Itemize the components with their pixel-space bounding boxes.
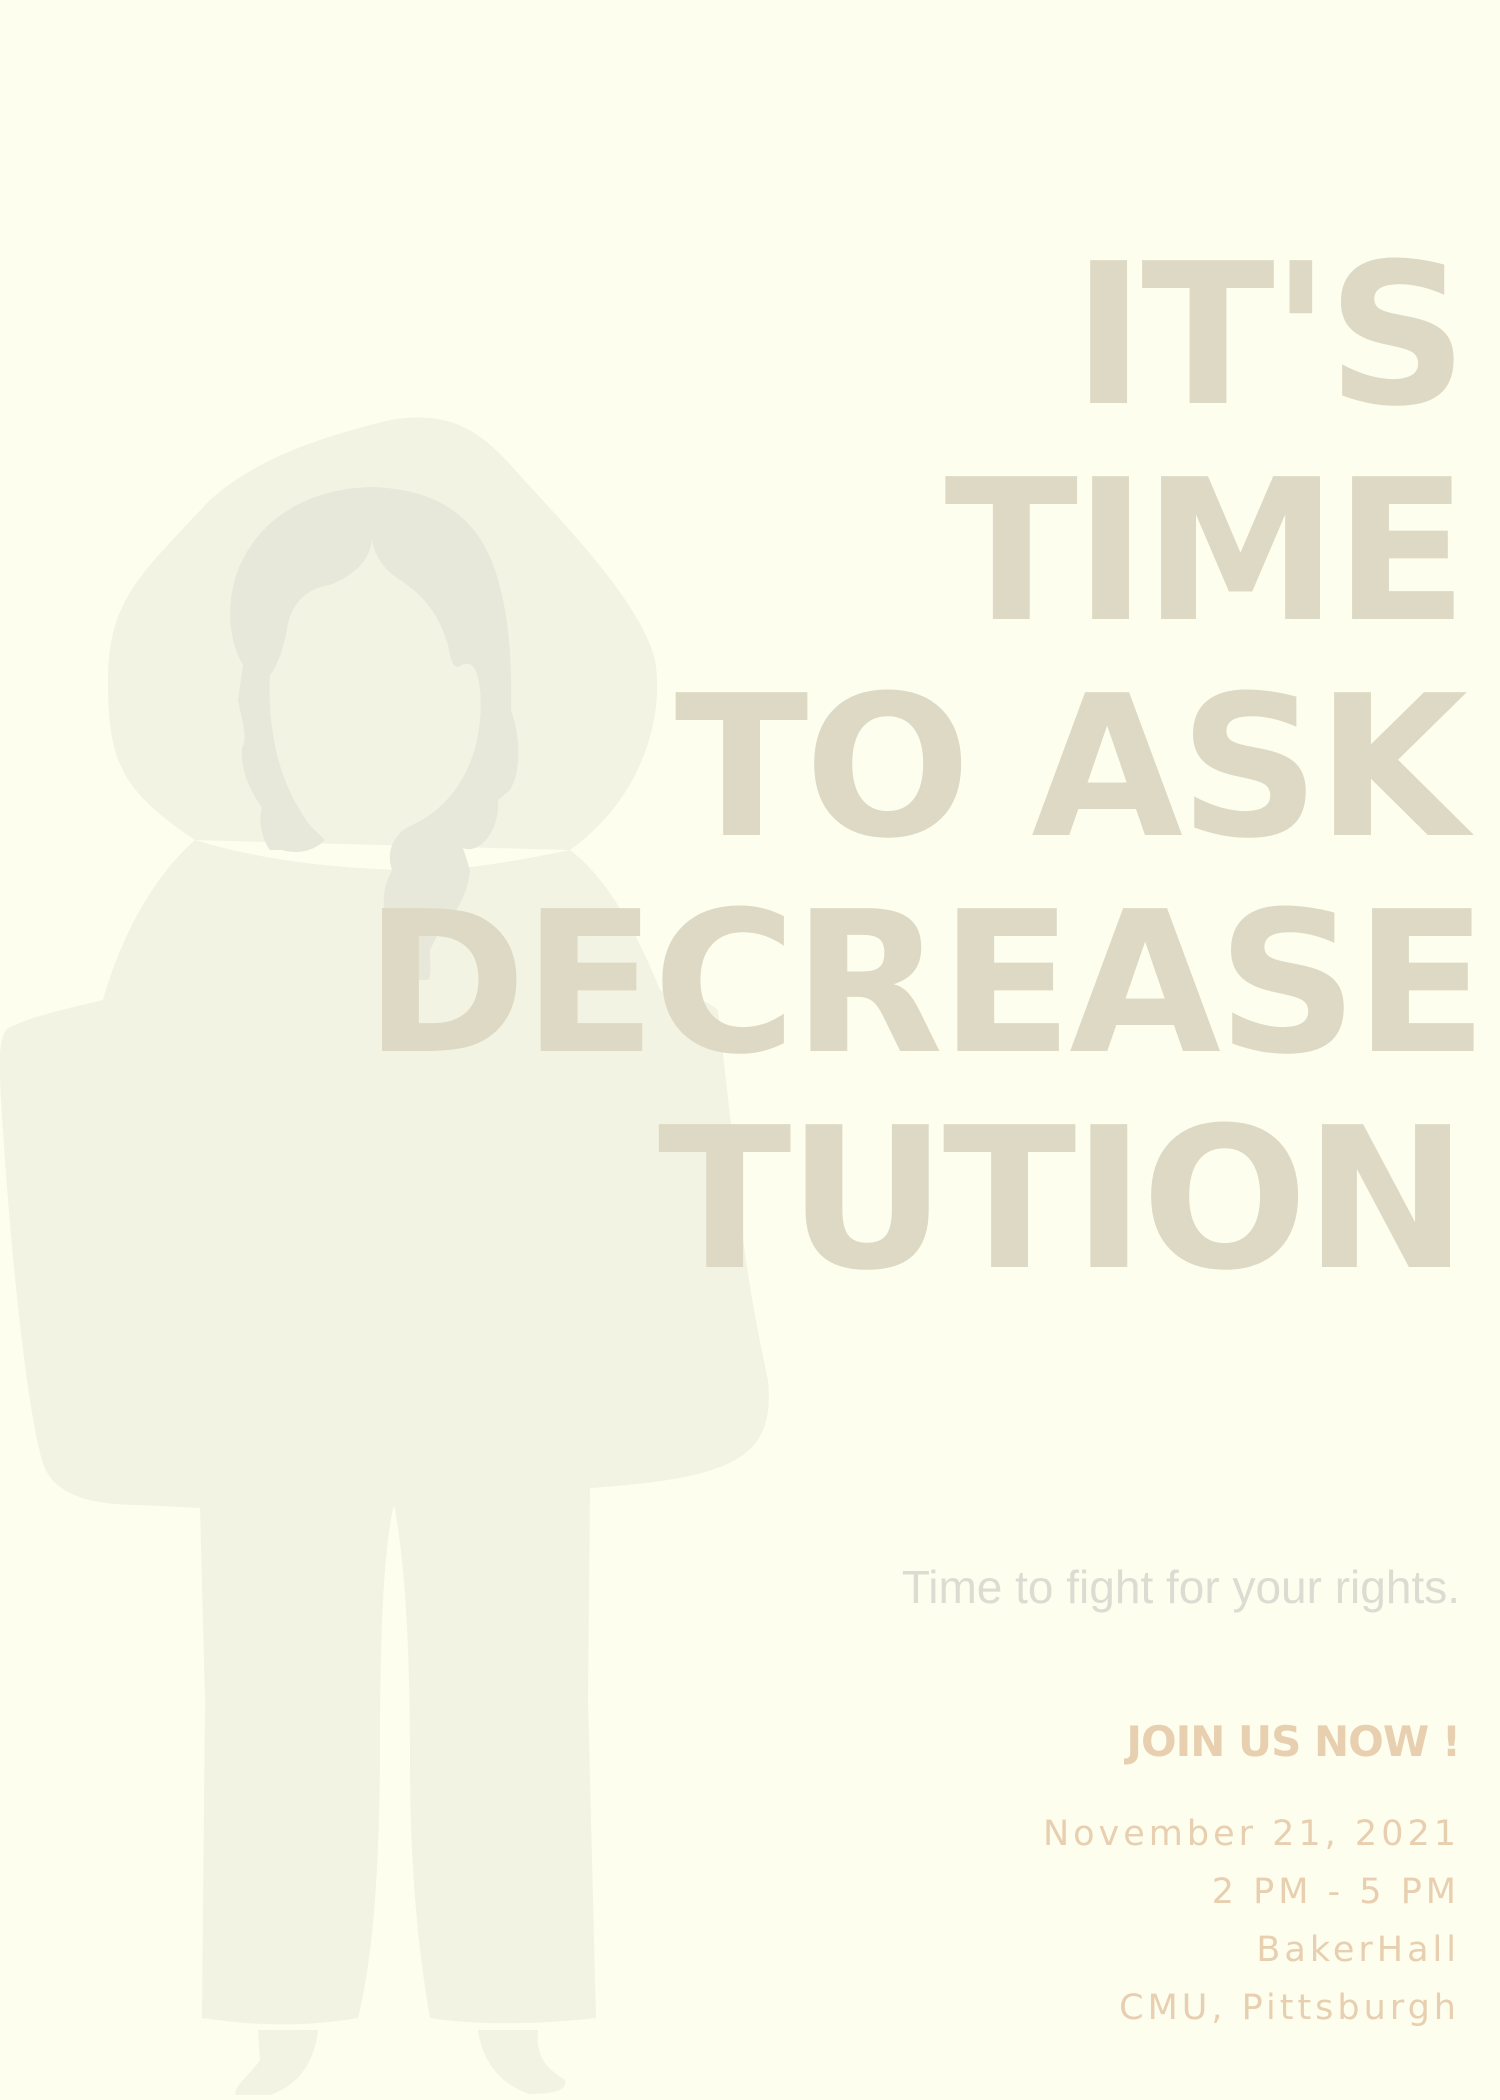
event-venue: BakerHall [1256, 1930, 1460, 1970]
tagline: Time to fight for your rights. [901, 1561, 1460, 1613]
headline-line-2: TIME [944, 438, 1468, 666]
event-time: 2 PM - 5 PM [1211, 1872, 1460, 1912]
left-foot-shape [235, 2030, 318, 2095]
headline-line-4: DECREASE [364, 870, 1488, 1098]
left-leg-shape [200, 1505, 394, 2025]
poster: IT'S TIME TO ASK DECREASE TUTION Time to… [0, 0, 1500, 2100]
event-location: CMU, Pittsburgh [1119, 1988, 1460, 2028]
right-leg-shape [394, 1488, 596, 2024]
event-date: November 21, 2021 [1042, 1814, 1460, 1854]
headline-line-5: TUTION [657, 1086, 1468, 1314]
right-foot-shape [478, 2030, 566, 2094]
headline-line-3: TO ASK [674, 654, 1468, 882]
headline-line-1: IT'S [1072, 222, 1468, 450]
headline: IT'S TIME TO ASK DECREASE TUTION [364, 222, 1488, 1314]
event-details: November 21, 2021 2 PM - 5 PM BakerHall … [1043, 1805, 1460, 2037]
call-to-action: JOIN US NOW ! [1126, 1717, 1461, 1766]
